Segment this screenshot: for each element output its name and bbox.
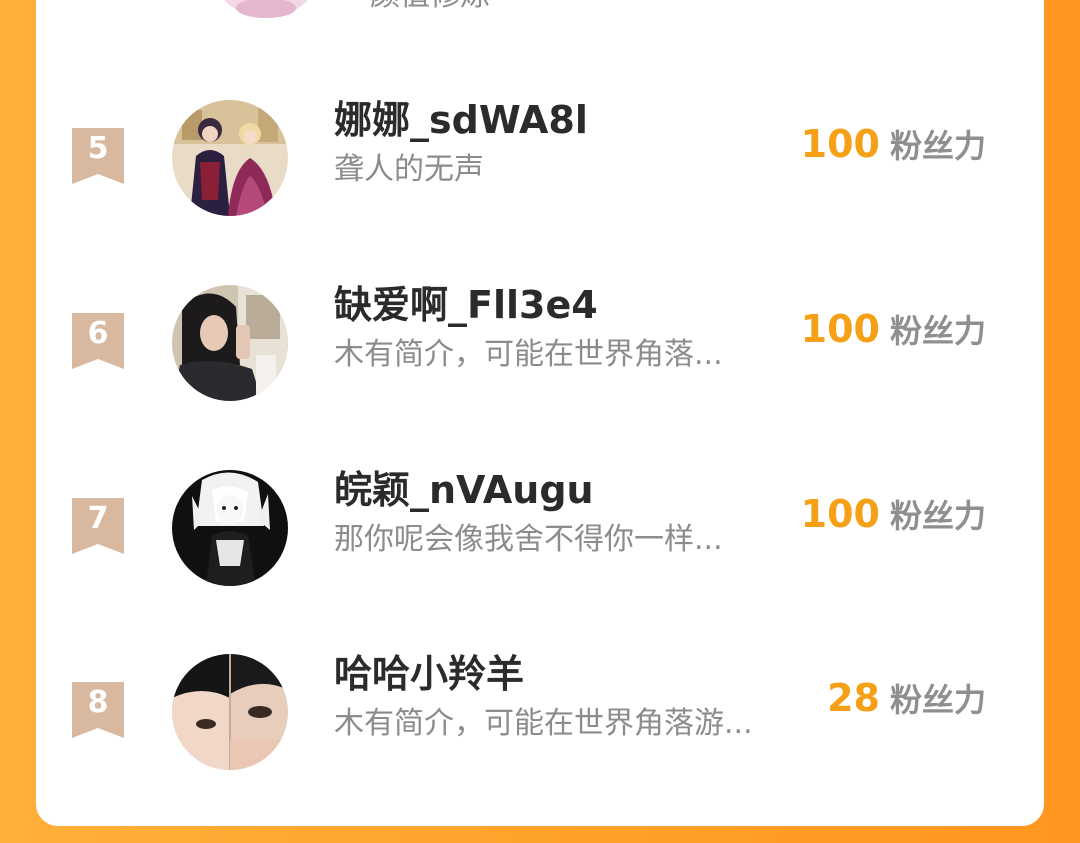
fan-power-stat: 100 粉丝力 bbox=[801, 120, 986, 176]
user-bio: 木有简介，可能在世界角落游... bbox=[334, 706, 753, 741]
ranking-card: 颜值修炼 5 娜娜_sdWA8 bbox=[36, 0, 1044, 826]
rank-number: 5 bbox=[87, 131, 109, 166]
user-bio: 木有简介，可能在世界角落... bbox=[334, 337, 723, 372]
list-item[interactable]: 7 皖颖_nVAugu 那你呢会像我舍不得你一样... 100 粉丝力 bbox=[36, 450, 1044, 590]
user-bio: 那你呢会像我舍不得你一样... bbox=[334, 522, 723, 557]
fan-power-label: 粉丝力 bbox=[889, 127, 986, 165]
fan-power-value: 100 bbox=[800, 492, 880, 536]
rank-number: 7 bbox=[87, 501, 109, 536]
fan-power-value: 100 bbox=[800, 122, 880, 166]
fan-power-value: 28 bbox=[827, 676, 880, 720]
user-bio: 颜值修炼 bbox=[370, 0, 490, 16]
list-item[interactable]: 6 缺爱啊_Fll3e4 木有简介，可能在世界角落... 100 粉丝力 bbox=[36, 265, 1044, 405]
rank-badge: 5 bbox=[72, 128, 124, 184]
rank-number: 6 bbox=[87, 316, 109, 351]
user-bio: 聋人的无声 bbox=[334, 152, 484, 187]
avatar[interactable] bbox=[172, 100, 288, 216]
avatar[interactable] bbox=[172, 285, 288, 401]
fan-power-stat: 100 粉丝力 bbox=[801, 305, 986, 361]
avatar[interactable] bbox=[208, 0, 324, 32]
list-item[interactable]: 8 哈哈小羚羊 木有简介，可能在世界角落游... 28 粉丝力 bbox=[36, 634, 1044, 774]
rank-badge: 7 bbox=[72, 498, 124, 554]
avatar[interactable] bbox=[172, 654, 288, 770]
fan-power-value: 100 bbox=[800, 307, 880, 351]
user-name[interactable]: 皖颖_nVAugu bbox=[334, 466, 594, 514]
avatar[interactable] bbox=[172, 470, 288, 586]
user-name[interactable]: 娜娜_sdWA8l bbox=[334, 96, 588, 144]
rank-badge: 8 bbox=[72, 682, 124, 738]
fan-power-label: 粉丝力 bbox=[889, 312, 986, 350]
rank-badge: 6 bbox=[72, 313, 124, 369]
user-name[interactable]: 缺爱啊_Fll3e4 bbox=[334, 281, 598, 329]
rank-number: 8 bbox=[87, 685, 109, 720]
fan-power-label: 粉丝力 bbox=[889, 681, 986, 719]
fan-power-label: 粉丝力 bbox=[889, 497, 986, 535]
user-name[interactable]: 哈哈小羚羊 bbox=[334, 650, 524, 698]
list-item[interactable]: 5 娜娜_sdWA8l 聋人的无声 100 粉丝力 bbox=[36, 80, 1044, 220]
fan-power-stat: 100 粉丝力 bbox=[801, 490, 986, 546]
fan-power-stat: 28 粉丝力 bbox=[827, 674, 986, 730]
